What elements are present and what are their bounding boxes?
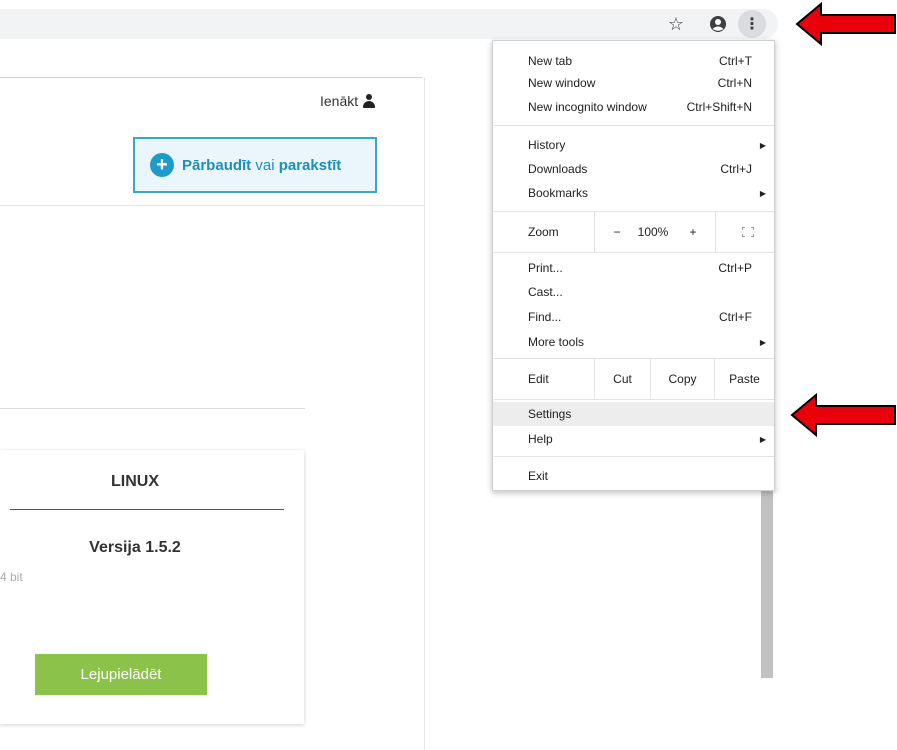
submenu-arrow-icon: ▶ [759,435,766,444]
cut-button[interactable]: Cut [595,359,650,399]
menu-item-label: New incognito window [528,100,647,114]
account-circle-icon [710,16,726,32]
verify-label-part3: parakstīt [278,156,342,174]
paste-button[interactable]: Paste [715,359,774,399]
page-scrollbar-thumb[interactable] [761,488,773,678]
submenu-arrow-icon: ▶ [759,338,766,347]
verify-label-part1: Pārbaudīt [182,156,252,174]
menu-item-label: Cast... [528,285,563,299]
menu-item-label: More tools [528,335,585,349]
menu-separator [493,125,774,126]
menu-separator [493,456,774,457]
menu-item-label: Bookmarks [528,186,589,200]
menu-item-label: History [528,138,566,152]
linux-download-card: LINUX Versija 1.5.2 4 bit Lejupielādēt [0,450,304,724]
zoom-in-button[interactable]: + [681,212,705,252]
verify-button-label: Pārbaudīt vai parakstīt [182,157,341,174]
copy-button[interactable]: Copy [651,359,714,399]
menu-item-shortcut: Ctrl+N [717,76,752,90]
bookmark-star-icon[interactable]: ☆ [664,12,688,36]
menu-item-shortcut: Ctrl+T [719,54,752,68]
login-label: Ienākt [320,93,359,109]
menu-item-help[interactable]: Help ▶ [493,427,774,451]
menu-vertical-divider [594,212,595,252]
zoom-level: 100% [637,225,669,239]
section-divider [0,408,305,409]
menu-vertical-divider [715,212,716,252]
fullscreen-icon [742,227,754,237]
chrome-menu-button[interactable]: ⋮ [738,10,766,38]
card-title: LINUX [111,473,159,490]
menu-item-shortcut: Ctrl+P [718,261,752,275]
menu-item-more-tools[interactable]: More tools ▶ [493,330,774,354]
menu-item-label: Exit [528,469,549,483]
menu-item-label: Settings [528,407,572,421]
menu-item-exit[interactable]: Exit [493,464,774,488]
toolbar-divider [0,77,422,78]
menu-separator [493,399,774,400]
submenu-arrow-icon: ▶ [759,141,766,150]
menu-item-new-tab[interactable]: New tab Ctrl+T [493,49,774,73]
menu-item-shortcut: Ctrl+F [719,310,752,324]
menu-separator [493,252,774,253]
chrome-main-menu: New tab Ctrl+T New window Ctrl+N New inc… [492,40,775,491]
menu-item-cast[interactable]: Cast... [493,280,774,304]
edit-label: Edit [528,372,549,386]
card-bit-text: 4 bit [0,570,23,584]
account-icon[interactable] [706,12,730,36]
annotation-arrow-icon [790,393,896,437]
menu-item-print[interactable]: Print... Ctrl+P [493,256,774,280]
fullscreen-button[interactable] [733,212,763,252]
menu-zoom-row: Zoom − 100% + [493,212,774,252]
menu-item-settings[interactable]: Settings [493,402,774,426]
menu-edit-row: Edit Cut Copy Paste [493,359,774,399]
menu-item-label: Print... [528,261,563,275]
menu-item-downloads[interactable]: Downloads Ctrl+J [493,157,774,181]
menu-item-label: New window [528,76,596,90]
login-link[interactable]: Ienākt [320,93,376,109]
annotation-arrow-icon [795,2,896,46]
download-button[interactable]: Lejupielādēt [35,654,207,695]
submenu-arrow-icon: ▶ [759,189,766,198]
more-vert-icon: ⋮ [744,16,760,33]
plus-circle-icon: + [150,153,174,177]
user-icon [363,94,376,108]
zoom-out-button[interactable]: − [605,212,629,252]
verify-or-sign-button[interactable]: + Pārbaudīt vai parakstīt [133,137,377,193]
verify-label-part2: vai [251,156,279,174]
menu-item-new-window[interactable]: New window Ctrl+N [493,71,774,95]
zoom-label: Zoom [528,225,559,239]
menu-item-label: Find... [528,310,562,324]
menu-item-label: Help [528,432,553,446]
page-column-divider [424,78,425,750]
menu-item-new-incognito-window[interactable]: New incognito window Ctrl+Shift+N [493,95,774,119]
menu-item-history[interactable]: History ▶ [493,133,774,157]
card-version: Versija 1.5.2 [89,539,181,556]
card-title-divider [10,509,284,510]
menu-item-shortcut: Ctrl+Shift+N [686,100,752,114]
menu-item-label: Downloads [528,162,588,176]
menu-item-label: New tab [528,54,573,68]
address-bar[interactable] [0,9,778,39]
header-divider [0,205,424,206]
menu-item-bookmarks[interactable]: Bookmarks ▶ [493,181,774,205]
menu-item-shortcut: Ctrl+J [720,162,752,176]
menu-item-find[interactable]: Find... Ctrl+F [493,305,774,329]
